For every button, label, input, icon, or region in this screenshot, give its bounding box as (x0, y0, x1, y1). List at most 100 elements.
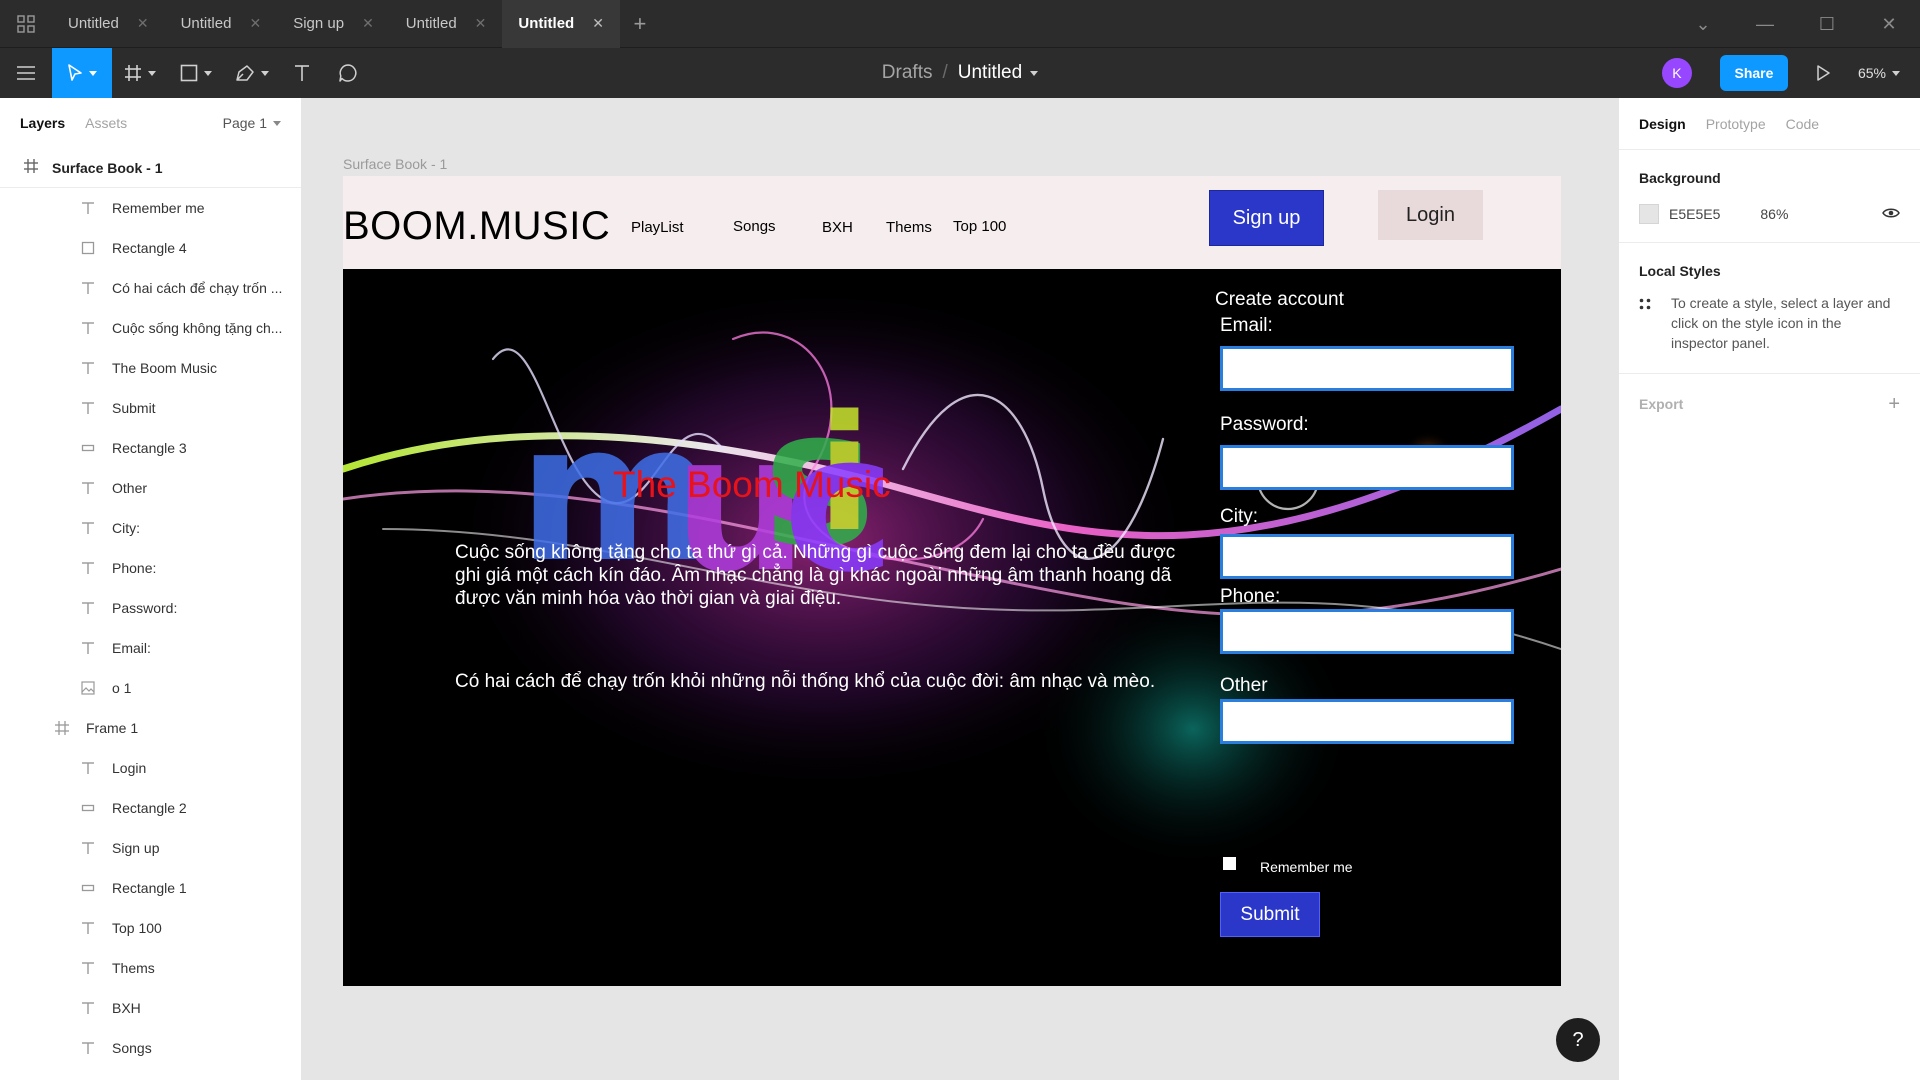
pen-tool[interactable] (224, 48, 280, 98)
layer-item[interactable]: Songs (0, 1028, 301, 1068)
layer-item[interactable]: BXH (0, 988, 301, 1028)
tab[interactable]: Untitled ✕ (390, 0, 503, 48)
tab-active[interactable]: Untitled ✕ (502, 0, 620, 48)
right-panel-tabs: Design Prototype Code (1619, 98, 1920, 150)
comment-tool[interactable] (324, 48, 372, 98)
city-label[interactable]: City: (1220, 506, 1258, 528)
design-frame[interactable]: BOOM.MUSIC PlayList Songs BXH Thems Top … (343, 176, 1561, 986)
layer-item[interactable]: The Boom Music (0, 348, 301, 388)
layer-item[interactable]: Other (0, 468, 301, 508)
tab-code[interactable]: Code (1786, 116, 1819, 132)
eye-icon[interactable] (1882, 206, 1900, 222)
layer-item[interactable]: Password: (0, 588, 301, 628)
email-field[interactable] (1220, 346, 1514, 391)
nav-thems[interactable]: Thems (886, 219, 932, 236)
layer-item[interactable]: Rectangle 1 (0, 868, 301, 908)
site-brand[interactable]: BOOM.MUSIC (343, 204, 610, 249)
submit-button[interactable]: Submit (1220, 892, 1320, 937)
close-icon[interactable]: ✕ (249, 15, 261, 32)
other-label[interactable]: Other (1220, 675, 1268, 697)
nav-playlist[interactable]: PlayList (631, 219, 684, 236)
text-tool[interactable] (280, 48, 324, 98)
layer-item[interactable]: City: (0, 508, 301, 548)
chevron-down-icon[interactable] (204, 70, 212, 76)
tab-assets[interactable]: Assets (85, 115, 127, 131)
page-selector[interactable]: Page 1 (223, 115, 281, 131)
layer-item[interactable]: Rectangle 3 (0, 428, 301, 468)
present-play-icon[interactable] (1816, 65, 1830, 81)
layer-item[interactable]: Rectangle 2 (0, 788, 301, 828)
layer-item[interactable]: Thems (0, 948, 301, 988)
help-button[interactable]: ? (1556, 1018, 1600, 1067)
layer-item[interactable]: Sign up (0, 828, 301, 868)
shape-tool[interactable] (168, 48, 224, 98)
move-tool[interactable] (52, 48, 112, 98)
share-button[interactable]: Share (1719, 55, 1788, 91)
breadcrumb-drafts[interactable]: Drafts (882, 62, 933, 84)
background-opacity[interactable]: 86% (1760, 206, 1788, 222)
tab[interactable]: Untitled ✕ (165, 0, 278, 48)
nav-top-100[interactable]: Top 100 (953, 218, 1006, 235)
close-icon[interactable]: ✕ (137, 15, 149, 32)
layer-item[interactable]: Rectangle 4 (0, 228, 301, 268)
layer-item[interactable]: Có hai cách để chạy trốn ... (0, 268, 301, 308)
layer-item[interactable]: Cuộc sống không tặng ch... (0, 308, 301, 348)
remember-label[interactable]: Remember me (1260, 859, 1353, 875)
tab-design[interactable]: Design (1639, 116, 1686, 132)
tab-prototype[interactable]: Prototype (1706, 116, 1766, 132)
layer-item[interactable]: Phone: (0, 548, 301, 588)
canvas[interactable]: Surface Book - 1 BOOM.MUSIC PlayList Son… (302, 98, 1618, 1080)
close-window-icon[interactable]: ✕ (1858, 0, 1920, 48)
chevron-down-icon[interactable] (89, 70, 97, 76)
layer-item[interactable]: Remember me (0, 188, 301, 228)
phone-field[interactable] (1220, 609, 1514, 654)
email-label[interactable]: Email: (1220, 315, 1273, 337)
signup-button[interactable]: Sign up (1209, 190, 1324, 246)
chevron-down-icon[interactable] (261, 70, 269, 76)
background-swatch[interactable] (1639, 204, 1659, 224)
close-icon[interactable]: ✕ (362, 15, 374, 32)
avatar[interactable]: K (1661, 58, 1692, 88)
layer-item[interactable]: o 1 (0, 668, 301, 708)
other-field[interactable] (1220, 699, 1514, 744)
tab[interactable]: Untitled ✕ (52, 0, 165, 48)
nav-songs[interactable]: Songs (733, 218, 776, 235)
login-button[interactable]: Login (1378, 190, 1483, 240)
frame-tool[interactable] (112, 48, 168, 98)
minimize-icon[interactable]: — (1734, 0, 1796, 48)
main-menu-icon[interactable] (0, 48, 52, 98)
app-grid-icon[interactable] (0, 0, 52, 48)
rectangle-icon (180, 64, 198, 82)
background-hex[interactable]: E5E5E5 (1669, 206, 1720, 222)
page-name: Page 1 (222, 115, 267, 131)
maximize-icon[interactable]: ☐ (1796, 0, 1858, 48)
chevron-down-icon[interactable] (148, 70, 156, 76)
remember-checkbox[interactable] (1223, 857, 1236, 870)
password-label[interactable]: Password: (1220, 414, 1309, 436)
frame-label[interactable]: Surface Book - 1 (343, 156, 447, 172)
frame-hash-icon (125, 65, 141, 81)
close-icon[interactable]: ✕ (475, 15, 487, 32)
nav-bxh[interactable]: BXH (822, 219, 853, 236)
layer-item[interactable]: Top 100 (0, 908, 301, 948)
layer-item[interactable]: Login (0, 748, 301, 788)
layer-frame-surface-book[interactable]: Surface Book - 1 (0, 148, 301, 188)
layer-frame[interactable]: Frame 1 (0, 708, 301, 748)
tab[interactable]: Sign up ✕ (277, 0, 390, 48)
hero-title[interactable]: The Boom Music (613, 464, 891, 506)
file-name-menu[interactable]: Untitled (958, 62, 1039, 84)
close-icon[interactable]: ✕ (592, 15, 604, 32)
layer-item[interactable]: Submit (0, 388, 301, 428)
phone-label[interactable]: Phone: (1220, 586, 1280, 608)
layer-item[interactable]: Email: (0, 628, 301, 668)
tab-layers[interactable]: Layers (20, 115, 65, 131)
password-field[interactable] (1220, 445, 1514, 490)
new-tab-plus-icon[interactable]: + (620, 0, 660, 48)
hero-paragraph-1[interactable]: Cuộc sống không tặng cho ta thứ gì cả. N… (455, 541, 1195, 610)
add-export-plus-icon[interactable]: + (1888, 393, 1900, 416)
hero-paragraph-2[interactable]: Có hai cách để chạy trốn khỏi những nỗi … (455, 671, 1255, 693)
zoom-menu[interactable]: 65% (1858, 65, 1900, 81)
chevron-down-icon[interactable]: ⌄ (1672, 0, 1734, 48)
city-field[interactable] (1220, 534, 1514, 579)
form-heading[interactable]: Create account (1215, 289, 1344, 311)
